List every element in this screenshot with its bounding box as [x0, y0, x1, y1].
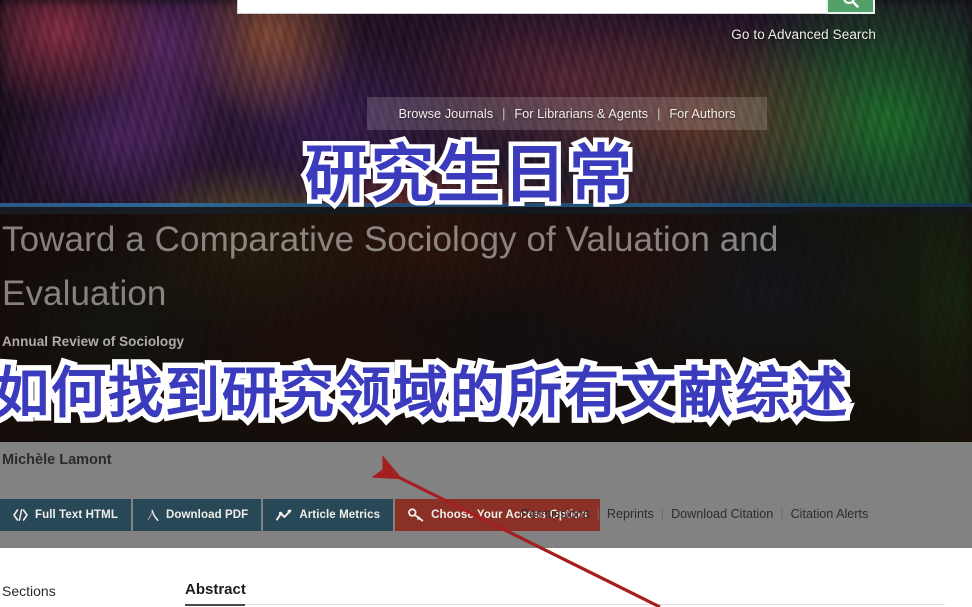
search-icon: [843, 0, 859, 8]
advanced-search-link[interactable]: Go to Advanced Search: [731, 27, 876, 42]
article-metrics-button[interactable]: Article Metrics: [263, 499, 394, 531]
nav-item-for-librarians[interactable]: For Librarians & Agents: [505, 106, 657, 121]
abstract-divider: [185, 604, 945, 605]
sections-heading[interactable]: Sections: [2, 583, 56, 599]
download-citation-link[interactable]: Download Citation: [664, 507, 780, 521]
abstract-heading: Abstract: [185, 581, 246, 598]
journal-name[interactable]: Annual Review of Sociology: [2, 334, 184, 349]
permissions-link[interactable]: Permissions: [514, 507, 597, 521]
key-icon: [408, 508, 424, 522]
search-input[interactable]: [238, 0, 826, 13]
nav-separator: |: [657, 106, 661, 121]
full-text-html-button[interactable]: Full Text HTML: [0, 499, 131, 531]
full-text-html-label: Full Text HTML: [35, 509, 118, 521]
code-icon: [13, 509, 28, 521]
reprints-link[interactable]: Reprints: [600, 507, 661, 521]
metrics-icon: [276, 509, 292, 520]
search-row: [0, 0, 972, 18]
nav-item-for-authors[interactable]: For Authors: [660, 106, 744, 121]
article-action-buttons: Full Text HTML Download PDF Article Metr…: [0, 499, 601, 531]
article-metrics-label: Article Metrics: [299, 509, 381, 521]
page-root: Go to Advanced Search Browse Journals | …: [0, 0, 972, 607]
pdf-icon: [147, 508, 159, 521]
article-author[interactable]: Michèle Lamont: [2, 452, 112, 468]
search-box[interactable]: [237, 0, 827, 14]
download-pdf-button[interactable]: Download PDF: [132, 499, 262, 531]
article-title: Toward a Comparative Sociology of Valuat…: [2, 220, 779, 313]
nav-separator: |: [502, 106, 506, 121]
overlay-caption-title-fill: 研究生日常: [305, 138, 635, 211]
secondary-nav: Browse Journals | For Librarians & Agent…: [367, 97, 767, 130]
overlay-caption-banner-fill: 如何找到研究领域的所有文献综述: [0, 361, 850, 425]
toolbar-grey-panel: [0, 442, 972, 548]
citation-alerts-link[interactable]: Citation Alerts: [784, 507, 876, 521]
article-meta-links: Permissions | Reprints | Download Citati…: [514, 507, 875, 521]
page-content-area: [0, 548, 972, 607]
nav-item-browse-journals[interactable]: Browse Journals: [390, 106, 503, 121]
abstract-underline: [185, 604, 245, 606]
search-submit-button[interactable]: [826, 0, 875, 14]
download-pdf-label: Download PDF: [165, 509, 249, 521]
